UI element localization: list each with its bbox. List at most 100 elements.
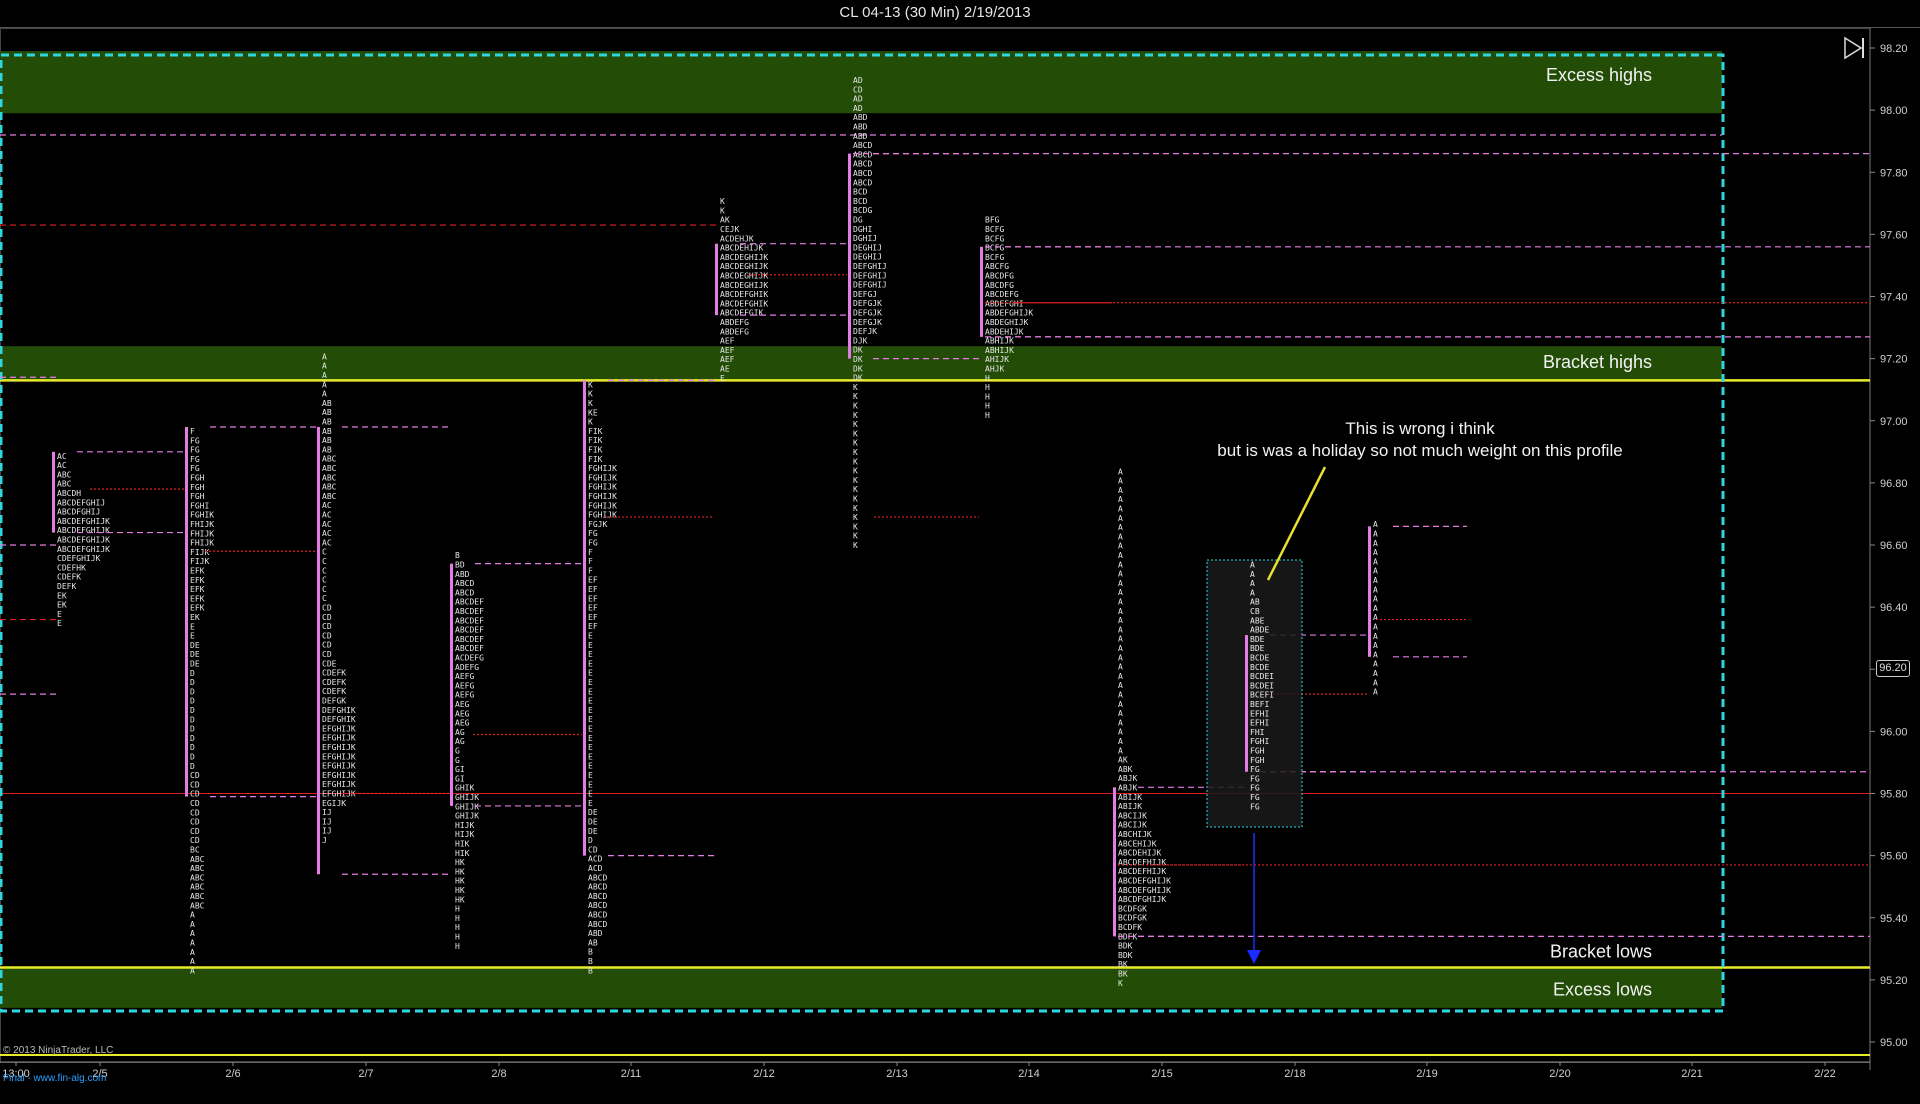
y-tick-label: 95.80	[1880, 789, 1908, 801]
tpo-row: K	[853, 504, 858, 513]
tpo-row: ABCD	[853, 169, 872, 178]
tpo-row: HIK	[455, 840, 470, 849]
tpo-row: EFGHIJK	[322, 734, 356, 743]
y-tick-label: 98.20	[1880, 43, 1908, 55]
market-profile-chart[interactable]: Excess highs Bracket highs Bracket lows Exc…	[0, 0, 1920, 1104]
tpo-row: FG	[190, 455, 200, 464]
tpo-row: D	[190, 669, 195, 678]
tpo-row: K	[853, 513, 858, 522]
x-tick-label: 2/21	[1681, 1068, 1702, 1080]
tpo-row: AB	[322, 408, 332, 417]
tpo-row: EFGHIJK	[322, 771, 356, 780]
tpo-row: FG	[1250, 774, 1260, 783]
tpo-row: E	[588, 706, 593, 715]
tpo-row: CD	[190, 780, 200, 789]
tpo-row: EFGHIJK	[322, 790, 356, 799]
tpo-row: A	[190, 938, 195, 947]
tpo-row: FHIJK	[190, 539, 214, 548]
tpo-row: ABDE	[1250, 626, 1269, 635]
tpo-row: EGIJK	[322, 799, 346, 808]
tpo-row: ABC	[190, 873, 205, 882]
tpo-row: ABJK	[1118, 774, 1137, 783]
tpo-row: ABCIJK	[1118, 821, 1147, 830]
tpo-row: ABIJK	[1118, 793, 1142, 802]
tpo-row: EFGHIJK	[322, 762, 356, 771]
tpo-row: AC	[322, 501, 332, 510]
tpo-row: FIJK	[190, 548, 209, 557]
footer-link[interactable]: Final - www.fin-alg.com	[3, 1073, 106, 1084]
tpo-row: D	[190, 697, 195, 706]
tpo-row: E	[57, 610, 62, 619]
scroll-to-end-icon[interactable]	[1842, 36, 1866, 60]
tpo-row: CD	[322, 641, 332, 650]
tpo-row: K	[853, 448, 858, 457]
tpo-row: K	[588, 390, 593, 399]
tpo-row: ABE	[1250, 616, 1265, 625]
tpo-row: GI	[455, 774, 465, 783]
tpo-row: ABCDEF	[455, 598, 484, 607]
tpo-row: FGHIJK	[588, 464, 617, 473]
tpo-row: ABCDFGHIJK	[1118, 895, 1166, 904]
tpo-row: ABCDEGHIJK	[720, 262, 768, 271]
tpo-row: ABCDFGHIJ	[57, 508, 100, 517]
tpo-row: FIJK	[190, 557, 209, 566]
tpo-row: EF	[588, 576, 598, 585]
tpo-row: AD	[853, 76, 863, 85]
tpo-row: EFHI	[1250, 709, 1269, 718]
profile-2-18: AAAAAAAAAAAAAAAAAAA	[1368, 520, 1467, 697]
profile-2-4: ACACABCABCABCDHABCDEFGHIJABCDFGHIJABCDEF…	[52, 451, 184, 628]
value-area-bar	[52, 451, 55, 533]
tpo-row: B	[588, 948, 593, 957]
tpo-row: ABCD	[455, 588, 474, 597]
tpo-row: A	[1118, 644, 1123, 653]
tpo-row: CDE	[322, 659, 337, 668]
tpo-row: FGHI	[190, 501, 209, 510]
tpo-row: AC	[322, 511, 332, 520]
y-tick-label: 97.00	[1880, 416, 1908, 428]
tpo-row: ADEFG	[455, 663, 479, 672]
value-area-bar	[980, 246, 983, 337]
y-tick-label: 96.60	[1880, 540, 1908, 552]
tpo-row: EFHI	[1250, 719, 1269, 728]
tpo-row: K	[853, 532, 858, 541]
tpo-row: H	[455, 933, 460, 942]
tpo-row: FG	[588, 538, 598, 547]
y-tick-label: 97.60	[1880, 229, 1908, 241]
tpo-row: AB	[322, 436, 332, 445]
tpo-row: DJK	[853, 336, 868, 345]
tpo-row: FGH	[190, 492, 205, 501]
tpo-row: E	[588, 752, 593, 761]
tpo-row: BCDFK	[1118, 923, 1142, 932]
y-tick-label: 96.80	[1880, 478, 1908, 490]
tpo-row: BCD	[853, 188, 868, 197]
tpo-row: J	[322, 836, 327, 845]
tpo-row: DGHI	[853, 225, 872, 234]
tpo-row: ABDEFGHIJK	[985, 309, 1033, 318]
tpo-row: AEG	[455, 700, 470, 709]
tpo-row: EFK	[190, 594, 205, 603]
tpo-row: H	[455, 942, 460, 951]
zone-label: Excess highs	[1546, 65, 1652, 85]
tpo-row: A	[1250, 561, 1255, 570]
zone-label: Excess lows	[1553, 979, 1652, 999]
tpo-row: C	[322, 576, 327, 585]
tpo-row: A	[322, 390, 327, 399]
tpo-row: AB	[588, 938, 598, 947]
tpo-row: A	[1373, 539, 1378, 548]
tpo-row: A	[1250, 579, 1255, 588]
tpo-row: K	[853, 485, 858, 494]
tpo-row: A	[1373, 557, 1378, 566]
tpo-row: CDEFK	[322, 687, 346, 696]
value-area-bar	[450, 563, 453, 806]
tpo-row: ABCD	[853, 141, 872, 150]
tpo-row: AB	[1250, 598, 1260, 607]
tpo-row: K	[1118, 979, 1123, 988]
tpo-row: BCFG	[985, 253, 1004, 262]
tpo-row: ABCDEGHIJK	[720, 253, 768, 262]
tpo-row: EFK	[190, 566, 205, 575]
tpo-row: BCDG	[853, 206, 872, 215]
tpo-row: CD	[588, 845, 598, 854]
tpo-row: A	[190, 957, 195, 966]
tpo-row: G	[455, 756, 460, 765]
tpo-row: EF	[588, 604, 598, 613]
